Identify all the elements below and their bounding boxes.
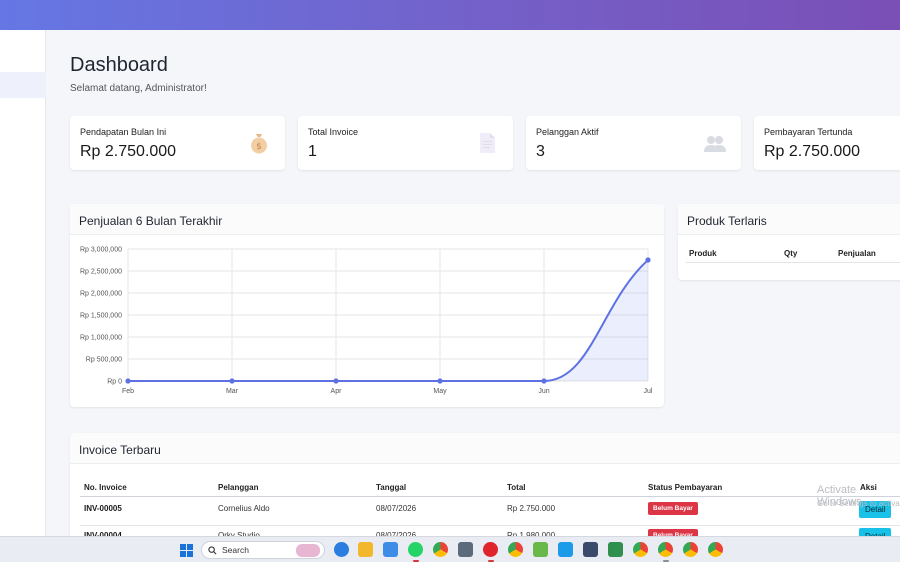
- stat-label: Pendapatan Bulan Ini: [80, 127, 167, 137]
- column-header-sales: Penjualan: [838, 249, 876, 258]
- chrome-profile-icon[interactable]: [708, 542, 723, 557]
- stat-label: Total Invoice: [308, 127, 359, 137]
- users-icon: [704, 136, 726, 152]
- y-tick-label: Rp 3,000,000: [80, 247, 122, 254]
- sidebar: [0, 30, 46, 536]
- data-point: [541, 378, 547, 384]
- data-point: [125, 378, 131, 384]
- opera-icon[interactable]: [483, 542, 498, 557]
- sales-chart-card: Penjualan 6 Bulan Terakhir Rp 0 Rp 500,00…: [70, 204, 664, 407]
- stat-card-invoices: Total Invoice 1: [298, 116, 513, 170]
- customer-name: Cornelius Aldo: [218, 504, 270, 513]
- excel-icon[interactable]: [608, 542, 623, 557]
- notepad-icon[interactable]: [583, 542, 598, 557]
- app-icon[interactable]: [558, 542, 573, 557]
- stat-value: 3: [536, 143, 545, 160]
- status-badge: Belum Bayar: [648, 502, 698, 515]
- stat-value: Rp 2.750.000: [80, 143, 177, 160]
- x-tick-label: May: [433, 388, 447, 395]
- search-placeholder: Search: [222, 545, 249, 555]
- recent-invoices-card: Invoice Terbaru No. Invoice Pelanggan Ta…: [70, 433, 900, 545]
- taskbar-search-input[interactable]: Search: [201, 541, 325, 559]
- stat-value: Rp 2.750.000: [764, 143, 861, 160]
- y-tick-label: Rp 2,000,000: [80, 291, 122, 298]
- money-bag-icon: $: [251, 134, 267, 154]
- stat-value: 1: [308, 143, 317, 160]
- sales-chart-title: Penjualan 6 Bulan Terakhir: [70, 204, 664, 235]
- windows-start-icon[interactable]: [180, 544, 193, 557]
- snipping-tool-icon[interactable]: [383, 542, 398, 557]
- invoice-number[interactable]: INV-00005: [84, 504, 122, 513]
- data-point: [437, 378, 443, 384]
- series-line: [128, 259, 649, 382]
- edge-browser-icon[interactable]: [334, 542, 349, 557]
- document-icon: [480, 133, 495, 153]
- invoice-total: Rp 2.750.000: [507, 504, 556, 513]
- column-header-qty: Qty: [784, 249, 798, 258]
- sales-chart: Rp 0 Rp 500,000 Rp 1,000,000 Rp 1,500,000 Rp…: [80, 247, 653, 396]
- column-header-status: Status Pembayaran: [648, 483, 723, 492]
- top-products-card: Produk Terlaris Produk Qty Penjualan: [678, 204, 900, 280]
- chrome-profile-icon[interactable]: [683, 542, 698, 557]
- stat-card-pending: Pembayaran Tertunda Rp 2.750.000: [754, 116, 900, 170]
- y-tick-label: Rp 1,500,000: [80, 313, 122, 320]
- column-header-invoice-no: No. Invoice: [84, 483, 127, 492]
- column-header-date: Tanggal: [376, 483, 407, 492]
- data-point: [229, 378, 235, 384]
- page-subtitle: Selamat datang, Administrator!: [70, 83, 207, 94]
- search-icon: [208, 546, 217, 555]
- stat-label: Pelanggan Aktif: [536, 127, 599, 137]
- x-tick-label: Apr: [331, 388, 343, 395]
- column-header-total: Total: [507, 483, 526, 492]
- data-point: [333, 378, 339, 384]
- data-point: [645, 257, 651, 263]
- y-tick-label: Rp 2,500,000: [80, 269, 122, 276]
- y-tick-label: Rp 0: [107, 379, 122, 386]
- y-tick-label: Rp 1,000,000: [80, 335, 122, 342]
- chrome-profile-icon[interactable]: [508, 542, 523, 557]
- main-content: Dashboard Selamat datang, Administrator!…: [46, 30, 900, 545]
- column-header-customer: Pelanggan: [218, 483, 259, 492]
- x-tick-label: Jul: [644, 388, 653, 395]
- stat-card-revenue: Pendapatan Bulan Ini Rp 2.750.000 $: [70, 116, 285, 170]
- x-tick-label: Jun: [538, 388, 549, 395]
- x-tick-label: Feb: [122, 388, 134, 395]
- series-area-fill: [128, 260, 648, 381]
- page-title: Dashboard: [70, 54, 168, 76]
- top-navbar: [0, 0, 900, 30]
- svg-text:$: $: [256, 142, 262, 152]
- top-products-title: Produk Terlaris: [678, 204, 900, 235]
- taskbar: Search: [0, 536, 900, 562]
- y-tick-label: Rp 500,000: [86, 357, 122, 364]
- chrome-profile-icon[interactable]: [633, 542, 648, 557]
- chrome-profile-icon[interactable]: [658, 542, 673, 557]
- recent-invoices-title: Invoice Terbaru: [70, 433, 900, 464]
- stat-label: Pembayaran Tertunda: [764, 127, 853, 137]
- file-explorer-icon[interactable]: [358, 542, 373, 557]
- calculator-icon[interactable]: [458, 542, 473, 557]
- whatsapp-icon[interactable]: [408, 542, 423, 557]
- sidebar-item-active[interactable]: [0, 72, 46, 98]
- utorrent-icon[interactable]: [533, 542, 548, 557]
- column-header-product: Produk: [689, 249, 717, 258]
- activate-windows-hint: Go to Settings to activate Windows.: [817, 499, 900, 508]
- x-tick-label: Mar: [226, 388, 239, 395]
- search-highlight-icon: [296, 544, 320, 557]
- stat-card-customers: Pelanggan Aktif 3: [526, 116, 741, 170]
- invoice-date: 08/07/2026: [376, 504, 417, 513]
- chrome-icon[interactable]: [433, 542, 448, 557]
